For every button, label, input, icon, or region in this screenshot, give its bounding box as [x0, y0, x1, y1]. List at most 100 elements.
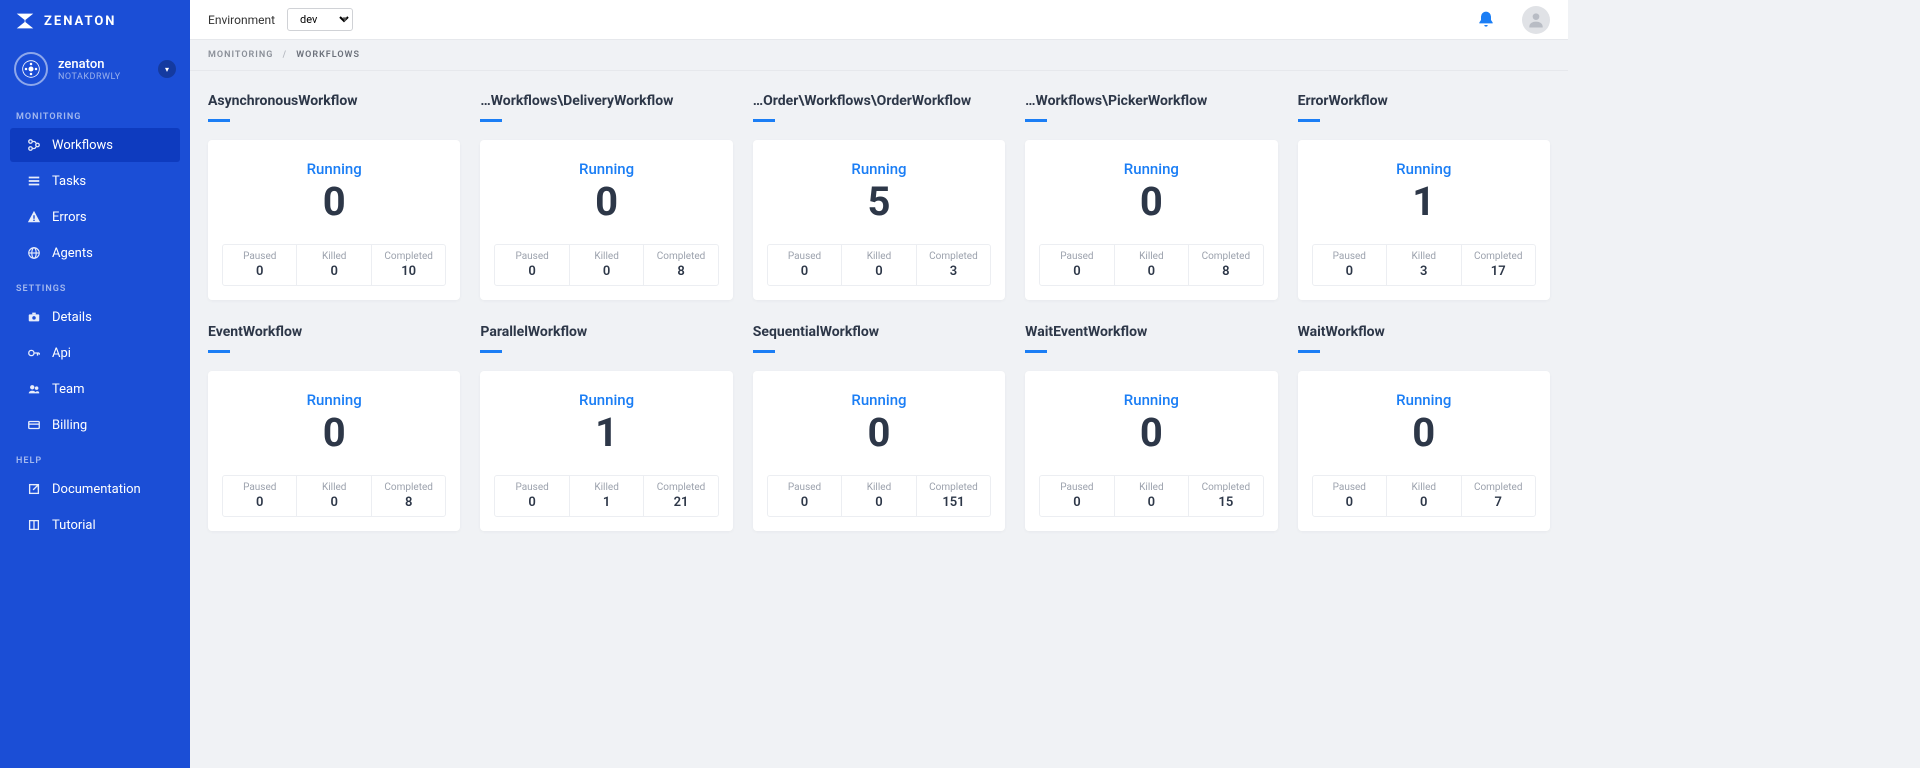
sidebar-item-label: Api — [52, 346, 71, 361]
workflow-stats: Paused0Killed0Completed8 — [222, 475, 446, 517]
stat-completed: Completed8 — [644, 245, 717, 285]
sidebar-item-api[interactable]: Api — [10, 336, 180, 370]
workflow-card[interactable]: Running0Paused0Killed0Completed8 — [208, 371, 460, 531]
running-value: 0 — [1039, 180, 1263, 224]
sidebar-item-billing[interactable]: Billing — [10, 408, 180, 442]
workflow-title[interactable]: …Workflows\PickerWorkflow — [1025, 93, 1277, 109]
workflow-cell: …Order\Workflows\OrderWorkflow Running5Pa… — [743, 81, 1015, 312]
running-value: 0 — [767, 411, 991, 455]
breadcrumb-monitoring[interactable]: MONITORING — [208, 50, 273, 60]
sidebar-item-label: Details — [52, 310, 92, 325]
workflow-card[interactable]: Running5Paused0Killed0Completed3 — [753, 140, 1005, 300]
breadcrumb: MONITORING / WORKFLOWS — [190, 40, 1568, 71]
running-label: Running — [1312, 391, 1536, 409]
notifications-icon[interactable] — [1476, 10, 1496, 30]
workflow-stats: Paused0Killed3Completed17 — [1312, 244, 1536, 286]
content: AsynchronousWorkflowRunning0Paused0Kille… — [190, 71, 1568, 768]
workflow-card[interactable]: Running0Paused0Killed0Completed7 — [1298, 371, 1550, 531]
workflow-cell: SequentialWorkflowRunning0Paused0Killed0… — [743, 312, 1015, 543]
sidebar-item-label: Team — [52, 382, 85, 397]
brand-text: ZENATON — [44, 14, 116, 29]
section-settings: SETTINGS — [0, 272, 190, 300]
running-value: 0 — [1312, 411, 1536, 455]
org-sub: NOTAKDRWLY — [58, 72, 121, 82]
workflow-title[interactable]: AsynchronousWorkflow — [208, 93, 460, 109]
running-value: 1 — [494, 411, 718, 455]
sidebar-item-label: Tasks — [52, 174, 86, 189]
branch-icon — [26, 137, 42, 153]
workflow-title[interactable]: EventWorkflow — [208, 324, 460, 340]
workflow-title[interactable]: ParallelWorkflow — [480, 324, 732, 340]
workflow-title-underline — [1298, 350, 1320, 353]
sidebar-item-label: Documentation — [52, 482, 141, 497]
sidebar-item-documentation[interactable]: Documentation — [10, 472, 180, 506]
workflow-title-underline — [208, 350, 230, 353]
section-help: HELP — [0, 444, 190, 472]
stat-paused: Paused0 — [768, 245, 842, 285]
sidebar: ZENATON zenaton NOTAKDRWLY ▾ MONITORING … — [0, 0, 190, 768]
stat-completed: Completed151 — [917, 476, 990, 516]
workflow-stats: Paused0Killed0Completed10 — [222, 244, 446, 286]
org-switcher[interactable]: zenaton NOTAKDRWLY ▾ — [0, 42, 190, 100]
key-icon — [26, 345, 42, 361]
workflow-cell: AsynchronousWorkflow Running0Paused0Kille… — [198, 81, 470, 312]
stat-killed: Killed0 — [842, 245, 916, 285]
workflow-card[interactable]: Running0Paused0Killed0Completed8 — [1025, 140, 1277, 300]
stat-paused: Paused0 — [1313, 245, 1387, 285]
running-label: Running — [767, 160, 991, 178]
globe-icon — [26, 245, 42, 261]
sidebar-item-tasks[interactable]: Tasks — [10, 164, 180, 198]
section-monitoring: MONITORING — [0, 100, 190, 128]
stat-paused: Paused0 — [223, 476, 297, 516]
workflow-cell: ErrorWorkflowRunning1Paused0Killed3Compl… — [1288, 81, 1560, 312]
stat-killed: Killed1 — [570, 476, 644, 516]
sidebar-item-tutorial[interactable]: Tutorial — [10, 508, 180, 542]
workflow-card[interactable]: Running1Paused0Killed1Completed21 — [480, 371, 732, 531]
workflow-title[interactable]: SequentialWorkflow — [753, 324, 1005, 340]
workflow-card[interactable]: Running0Paused0Killed0Completed10 — [208, 140, 460, 300]
workflow-cell: …Workflows\PickerWorkflowRunning0Paused0… — [1015, 81, 1287, 312]
sidebar-item-team[interactable]: Team — [10, 372, 180, 406]
sidebar-item-agents[interactable]: Agents — [10, 236, 180, 270]
workflow-title-underline — [1025, 119, 1047, 122]
workflow-title-underline — [1025, 350, 1047, 353]
env-select[interactable]: dev — [287, 8, 353, 31]
sidebar-item-errors[interactable]: Errors — [10, 200, 180, 234]
brand-row[interactable]: ZENATON — [0, 0, 190, 42]
workflow-cell: WaitEventWorkflow Running0Paused0Killed0C… — [1015, 312, 1287, 543]
workflow-title[interactable]: …Order\Workflows\OrderWorkflow — [753, 93, 1005, 109]
env-label: Environment — [208, 13, 275, 27]
running-label: Running — [1039, 160, 1263, 178]
workflow-card[interactable]: Running0Paused0Killed0Completed8 — [480, 140, 732, 300]
workflow-title[interactable]: WaitWorkflow — [1298, 324, 1550, 340]
stat-killed: Killed0 — [842, 476, 916, 516]
external-icon — [26, 481, 42, 497]
user-avatar[interactable] — [1522, 6, 1550, 34]
stat-killed: Killed0 — [297, 245, 371, 285]
breadcrumb-sep: / — [283, 50, 287, 60]
workflow-title[interactable]: …Workflows\DeliveryWorkflow — [480, 93, 732, 109]
alert-icon — [26, 209, 42, 225]
workflow-cell: WaitWorkflowRunning0Paused0Killed0Comple… — [1288, 312, 1560, 543]
stat-killed: Killed0 — [1387, 476, 1461, 516]
logo-icon — [14, 10, 36, 32]
list-icon — [26, 173, 42, 189]
sidebar-item-label: Workflows — [52, 138, 113, 153]
stat-paused: Paused0 — [223, 245, 297, 285]
sidebar-item-workflows[interactable]: Workflows — [10, 128, 180, 162]
workflow-cell: EventWorkflow Running0Paused0Killed0Compl… — [198, 312, 470, 543]
sidebar-item-details[interactable]: Details — [10, 300, 180, 334]
running-label: Running — [767, 391, 991, 409]
workflow-title[interactable]: WaitEventWorkflow — [1025, 324, 1277, 340]
workflow-stats: Paused0Killed0Completed15 — [1039, 475, 1263, 517]
workflow-card[interactable]: Running1Paused0Killed3Completed17 — [1298, 140, 1550, 300]
sidebar-item-label: Agents — [52, 246, 93, 261]
workflow-title[interactable]: ErrorWorkflow — [1298, 93, 1550, 109]
workflow-title-underline — [208, 119, 230, 122]
workflow-card[interactable]: Running0Paused0Killed0Completed15 — [1025, 371, 1277, 531]
workflow-stats: Paused0Killed1Completed21 — [494, 475, 718, 517]
chevron-down-icon: ▾ — [158, 60, 176, 78]
running-value: 1 — [1312, 180, 1536, 224]
stat-completed: Completed10 — [372, 245, 445, 285]
workflow-card[interactable]: Running0Paused0Killed0Completed151 — [753, 371, 1005, 531]
